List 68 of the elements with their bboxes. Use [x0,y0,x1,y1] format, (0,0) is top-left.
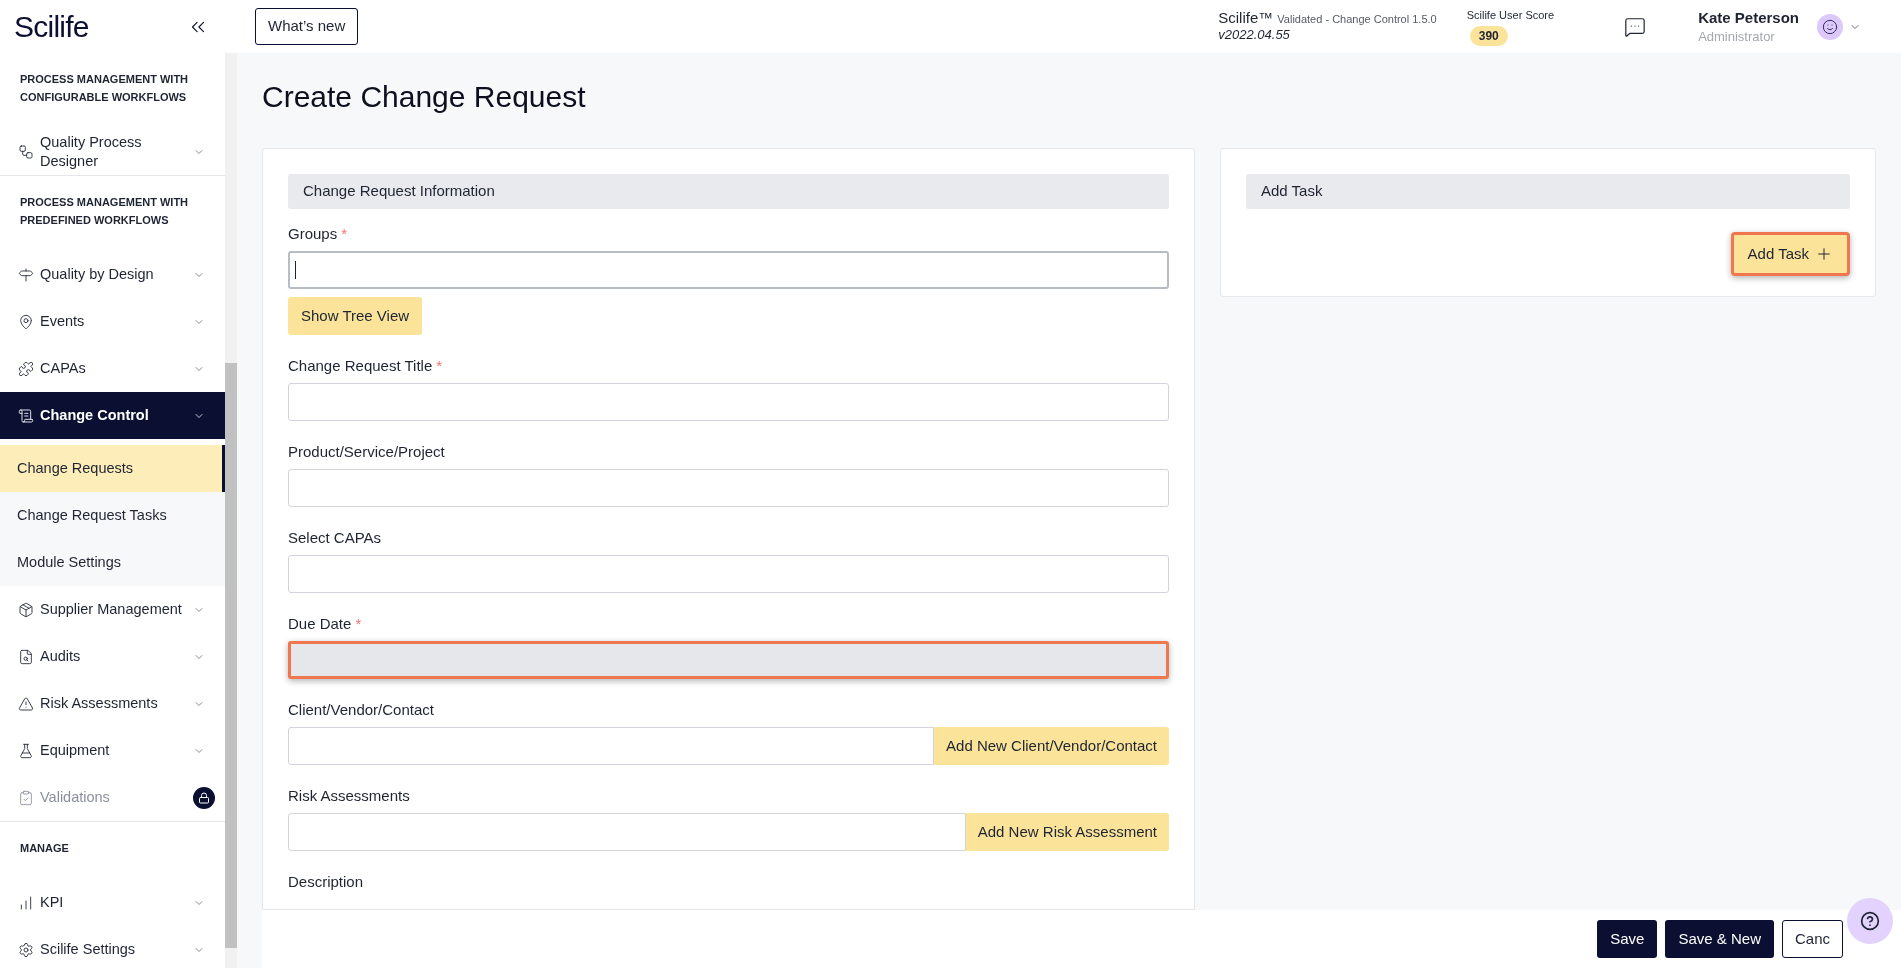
submenu-item[interactable]: Module Settings [0,539,225,586]
section-header: Change Request Information [288,174,1169,209]
module-icon [18,941,34,958]
field-label: Client/Vendor/Contact [288,700,435,719]
version: v2022.04.55 [1218,27,1291,43]
footer-button[interactable]: Save & New [1665,920,1774,958]
footer-button[interactable]: Save [1597,920,1658,958]
user-role: Administrator [1698,27,1776,46]
field-label: Change Request Title * [288,356,444,375]
field-label: Groups * [288,224,349,243]
input-field[interactable] [288,251,1169,289]
section-header: Add Task [1246,174,1850,209]
submenu-item[interactable]: Change Request Tasks [0,492,225,539]
product-name: Scilife™ [1218,10,1274,26]
sidebar-item[interactable]: Risk Assessments [0,680,225,727]
logo: Scilife [14,9,89,45]
page-title: Create Change Request [262,79,587,115]
sidebar-item[interactable]: Events [0,298,225,345]
section-heading: PROCESS MANAGEMENT WITH PREDEFINED WORKFLOWS [19,195,190,228]
section-heading: PROCESS MANAGEMENT WITH CONFIGURABLE WORKFLOWS [19,72,190,105]
sidebar-item[interactable]: Quality by Design [0,251,225,298]
footer-button[interactable]: Canc [1781,920,1843,958]
scrollbar[interactable] [225,53,237,968]
submenu-item[interactable]: Change Requests [0,445,225,492]
sidebar-item[interactable]: KPI [0,879,225,926]
module-icon [18,742,34,759]
sidebar-item[interactable]: Equipment [0,727,225,774]
input-field[interactable] [288,813,966,851]
section-heading: MANAGE [19,841,70,856]
module-icon [18,789,34,806]
module-icon [18,894,34,911]
add-task-button[interactable]: Add Task [1730,232,1850,276]
plus-icon [1815,245,1833,263]
add-new-button[interactable]: Add New Client/Vendor/Contact [934,727,1169,765]
module-icon [18,266,34,283]
module-icon [18,648,34,665]
lock-icon [193,786,215,809]
module-icon [18,407,34,424]
score-badge: 390 [1469,25,1508,46]
field-label: Description [288,872,365,891]
module-version: Validated - Change Control 1.5.0 [1277,12,1437,27]
whats-new-button[interactable]: What’s new [255,8,359,45]
field-label: Due Date * [288,614,363,633]
module-icon [18,695,34,712]
add-new-button[interactable]: Add New Risk Assessment [965,813,1169,851]
sidebar-item[interactable]: CAPAs [0,345,225,392]
avatar[interactable] [1817,13,1843,40]
sidebar-item[interactable]: Scilife Settings [0,926,225,968]
input-field[interactable] [288,469,1169,507]
module-icon [18,143,34,160]
field-label: Product/Service/Project [288,442,446,461]
show-tree-view-button[interactable]: Show Tree View [288,297,423,335]
chat-icon[interactable] [1624,15,1647,38]
sidebar-item[interactable]: Audits [0,633,225,680]
sidebar-item[interactable]: Change Control [0,392,225,439]
sidebar-item[interactable]: Supplier Management [0,586,225,633]
input-field[interactable] [288,383,1169,421]
sidebar-item[interactable]: Quality Process Designer [0,128,225,175]
user-name: Kate Peterson [1698,7,1799,27]
score-label: Scilife User Score [1466,8,1555,24]
input-field[interactable] [288,727,935,765]
module-icon [18,313,34,330]
module-icon [18,360,34,377]
module-icon [18,601,34,618]
field-label: Risk Assessments [288,786,411,805]
field-label: Select CAPAs [288,528,383,547]
help-icon[interactable] [1847,898,1893,944]
input-field[interactable] [288,555,1169,593]
